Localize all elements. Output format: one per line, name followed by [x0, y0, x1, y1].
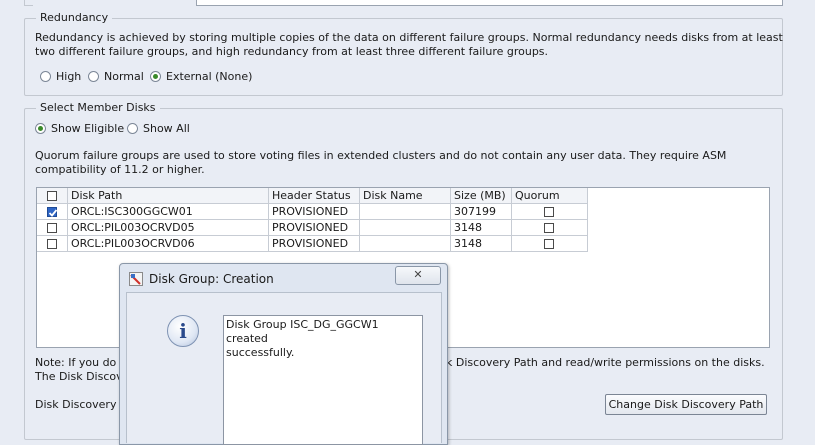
show-eligible-label: Show Eligible — [51, 122, 125, 135]
row-1-disk-path: ORCL:ISC300GGCW01 — [68, 204, 269, 220]
close-icon[interactable]: ✕ — [395, 266, 441, 285]
quorum-note-2: compatibility of 11.2 or higher. — [35, 163, 205, 176]
redundancy-description-1: Redundancy is achieved by storing multip… — [35, 31, 783, 44]
row-2-disk-name[interactable] — [360, 220, 451, 236]
select-all-checkbox[interactable] — [47, 191, 57, 201]
dialog-body: i Disk Group ISC_DG_GGCW1 created succes… — [126, 292, 442, 445]
redundancy-legend: Redundancy — [36, 11, 113, 24]
note-line-1-left: Note: If you do n — [35, 356, 127, 369]
radio-show-eligible[interactable] — [35, 123, 46, 134]
app-icon — [129, 272, 143, 286]
radio-external-label: External (None) — [166, 70, 253, 83]
row-2-disk-path: ORCL:PIL003OCRVD05 — [68, 220, 269, 236]
table-row[interactable] — [37, 236, 68, 252]
row-2-size: 3148 — [451, 220, 512, 236]
show-all-label: Show All — [143, 122, 190, 135]
disk-discovery-label: Disk Discovery I — [35, 398, 124, 411]
row-3-size: 3148 — [451, 236, 512, 252]
table-row[interactable] — [37, 204, 68, 220]
row-2-select-checkbox[interactable] — [47, 223, 57, 233]
top-border-line — [24, 5, 33, 6]
redundancy-description-2: two different failure groups, and high r… — [35, 45, 549, 58]
row-1-size: 307199 — [451, 204, 512, 220]
radio-high[interactable] — [40, 71, 51, 82]
row-1-quorum-cell — [512, 204, 588, 220]
column-header-size[interactable]: Size (MB) — [451, 188, 512, 204]
radio-normal-label: Normal — [104, 70, 144, 83]
row-2-quorum-cell — [512, 220, 588, 236]
column-header-quorum[interactable]: Quorum — [512, 188, 588, 204]
note-line-2-left: The Disk Discov — [35, 370, 123, 383]
radio-normal[interactable] — [88, 71, 99, 82]
dialog-message-line-1: Disk Group ISC_DG_GGCW1 created — [226, 318, 379, 345]
row-3-disk-path: ORCL:PIL003OCRVD06 — [68, 236, 269, 252]
dialog-message-line-2: successfully. — [226, 346, 295, 359]
radio-show-all[interactable] — [127, 123, 138, 134]
table-row[interactable] — [37, 220, 68, 236]
header-select-all-cell — [37, 188, 68, 204]
row-3-header-status: PROVISIONED — [269, 236, 360, 252]
row-3-quorum-checkbox[interactable] — [544, 239, 554, 249]
row-3-quorum-cell — [512, 236, 588, 252]
disk-group-name-field[interactable] — [196, 0, 783, 6]
row-2-quorum-checkbox[interactable] — [544, 223, 554, 233]
note-line-1-right: k Discovery Path and read/write permissi… — [446, 356, 765, 369]
disk-group-creation-dialog: Disk Group: Creation ✕ i Disk Group ISC_… — [119, 263, 448, 445]
column-header-header-status[interactable]: Header Status — [269, 188, 360, 204]
dialog-title: Disk Group: Creation — [149, 272, 274, 286]
row-1-header-status: PROVISIONED — [269, 204, 360, 220]
change-disk-discovery-path-button[interactable]: Change Disk Discovery Path — [605, 394, 767, 415]
dialog-message: Disk Group ISC_DG_GGCW1 created successf… — [223, 315, 423, 445]
radio-external[interactable] — [150, 71, 161, 82]
info-icon: i — [167, 315, 199, 347]
row-1-disk-name[interactable] — [360, 204, 451, 220]
column-header-disk-name[interactable]: Disk Name — [360, 188, 451, 204]
row-3-disk-name[interactable] — [360, 236, 451, 252]
row-3-select-checkbox[interactable] — [47, 239, 57, 249]
row-2-header-status: PROVISIONED — [269, 220, 360, 236]
column-header-disk-path[interactable]: Disk Path — [68, 188, 269, 204]
row-1-select-checkbox[interactable] — [47, 207, 58, 217]
row-1-quorum-checkbox[interactable] — [544, 207, 554, 217]
member-disks-legend: Select Member Disks — [36, 101, 160, 114]
radio-high-label: High — [56, 70, 82, 83]
quorum-note-1: Quorum failure groups are used to store … — [35, 149, 727, 162]
